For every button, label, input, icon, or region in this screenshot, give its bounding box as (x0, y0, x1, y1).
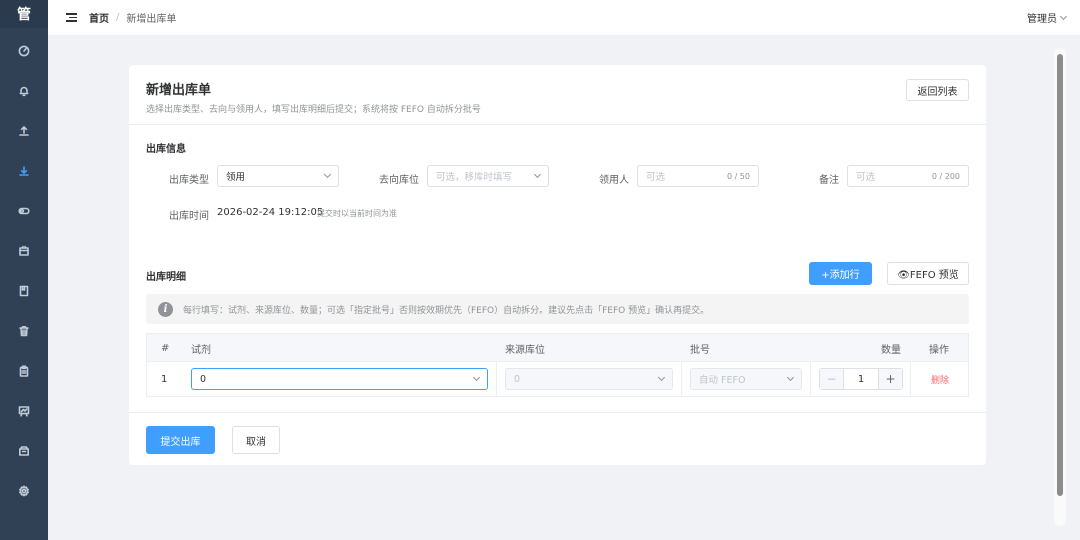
user-name: 管理员 (1027, 14, 1057, 25)
info-alert-text: 每行填写：试剂、来源库位、数量；可选「指定批号」否则按效期优先（FEFO）自动拆… (183, 305, 710, 316)
fefo-preview-button[interactable]: 👁FEFO 预览 (887, 262, 969, 285)
section-title-info: 出库信息 (146, 144, 186, 155)
trash-icon (19, 326, 29, 337)
clipboard-icon (19, 365, 29, 377)
receiver-char-count: 0 / 50 (726, 171, 750, 181)
nav-item-dashboard[interactable] (0, 39, 48, 63)
quantity-increase-button[interactable]: + (878, 369, 902, 389)
breadcrumb-current: 新增出库单 (126, 14, 177, 25)
column-header-batch: 批号 (690, 344, 710, 356)
quantity-value[interactable]: 1 (844, 369, 878, 389)
column-header-source: 来源库位 (505, 344, 545, 356)
column-header-reagent: 试剂 (191, 344, 211, 356)
nav-item-notifications[interactable] (0, 79, 48, 103)
source-location-select[interactable]: 0 (505, 368, 673, 390)
add-row-button[interactable]: +添加行 (809, 262, 872, 285)
archive-icon (18, 446, 29, 456)
quantity-stepper[interactable]: − 1 + (819, 368, 903, 390)
column-header-qty: 数量 (881, 344, 901, 356)
breadcrumb-home[interactable]: 首页 (89, 10, 109, 25)
nav-item-inventory[interactable] (0, 239, 48, 263)
nav-item-archive[interactable] (0, 439, 48, 463)
box-icon (19, 245, 29, 256)
nav-item-toggle[interactable] (0, 199, 48, 223)
batch-value: 自动 FEFO (699, 375, 746, 386)
chevron-down-icon (786, 373, 795, 382)
nav-item-settings[interactable] (0, 479, 48, 503)
back-to-list-button[interactable]: 返回列表 (906, 79, 969, 101)
bell-icon (19, 86, 29, 97)
submit-outbound-button[interactable]: 提交出库 (146, 426, 215, 454)
topbar: 首页 / 新增出库单 管理员 (48, 0, 1080, 36)
info-icon: i (158, 301, 173, 317)
page-title: 新增出库单 (146, 83, 212, 98)
scrollbar-thumb[interactable] (1057, 54, 1063, 496)
delete-row-link[interactable]: 删除 (931, 362, 949, 396)
receiver-input[interactable]: 可选 0 / 50 (637, 165, 759, 187)
gear-icon (19, 485, 29, 497)
page-scrollbar[interactable] (1054, 48, 1066, 526)
nav-item-reports[interactable] (0, 399, 48, 423)
chevron-down-icon (1059, 12, 1068, 20)
remark-input[interactable]: 可选 0 / 200 (847, 165, 969, 187)
row-index: 1 (161, 373, 168, 385)
reagent-value: 0 (200, 373, 207, 385)
nav-item-tasks[interactable] (0, 359, 48, 383)
nav-item-records[interactable] (0, 279, 48, 303)
toggle-icon (18, 207, 30, 215)
label-outbound-time: 出库时间 (169, 211, 209, 222)
form-footer: 提交出库 取消 (129, 412, 986, 465)
destination-placeholder: 可选，移库时填写 (436, 172, 513, 183)
batch-select[interactable]: 自动 FEFO (690, 368, 802, 390)
outbound-time-hint: 提交时以当前时间为准 (317, 209, 397, 218)
cancel-button[interactable]: 取消 (232, 426, 280, 454)
download-icon (19, 166, 29, 176)
column-header-index: # (161, 342, 170, 354)
outbound-type-value: 领用 (226, 172, 246, 183)
outbound-form-card: 新增出库单 选择出库类型、去向与领用人，填写出库明细后提交；系统将按 FEFO … (129, 65, 986, 465)
label-remark: 备注 (819, 175, 839, 186)
chevron-down-icon (533, 170, 542, 179)
chevron-down-icon (657, 373, 666, 382)
nav-item-outbound[interactable] (0, 159, 48, 183)
quantity-decrease-button[interactable]: − (820, 369, 844, 389)
nav-item-inbound[interactable] (0, 119, 48, 143)
upload-icon (19, 126, 29, 136)
receiver-placeholder: 可选 (646, 172, 666, 183)
chevron-down-icon (472, 373, 481, 382)
label-destination: 去向库位 (379, 175, 419, 186)
outbound-type-select[interactable]: 领用 (217, 165, 339, 187)
reagent-select[interactable]: 0 (191, 368, 488, 390)
column-header-ops: 操作 (929, 344, 949, 356)
dashboard-icon (18, 45, 30, 57)
remark-char-count: 0 / 200 (931, 171, 960, 181)
menu-toggle-icon[interactable] (66, 13, 77, 22)
delete-label: 删除 (931, 375, 950, 386)
chevron-down-icon (323, 170, 332, 179)
board-icon (18, 406, 30, 417)
user-menu[interactable]: 管理员 (1027, 10, 1068, 25)
section-title-detail: 出库明细 (146, 272, 186, 283)
book-icon (19, 285, 29, 297)
card-header: 新增出库单 选择出库类型、去向与领用人，填写出库明细后提交；系统将按 FEFO … (129, 65, 986, 125)
page-subtitle: 选择出库类型、去向与领用人，填写出库明细后提交；系统将按 FEFO 自动拆分批号 (146, 105, 481, 115)
table-header: # 试剂 来源库位 批号 数量 操作 (147, 334, 968, 362)
destination-select[interactable]: 可选，移库时填写 (427, 165, 549, 187)
sidebar: 管 (0, 0, 48, 540)
breadcrumb-separator: / (116, 12, 120, 23)
remark-placeholder: 可选 (856, 172, 876, 183)
outbound-time-value: 2026-02-24 19:12:05 (217, 207, 324, 218)
nav-item-scrap[interactable] (0, 319, 48, 343)
app-logo: 管 (0, 0, 48, 28)
label-receiver: 领用人 (599, 175, 629, 186)
table-row: 1 0 0 自动 FEFO − 1 + 删除 (147, 362, 968, 396)
source-location-value: 0 (514, 373, 521, 385)
info-alert: i 每行填写：试剂、来源库位、数量；可选「指定批号」否则按效期优先（FEFO）自… (146, 294, 969, 324)
outbound-detail-table: # 试剂 来源库位 批号 数量 操作 1 0 0 自动 FEFO − 1 + 删… (146, 333, 969, 397)
label-outbound-type: 出库类型 (169, 175, 209, 186)
